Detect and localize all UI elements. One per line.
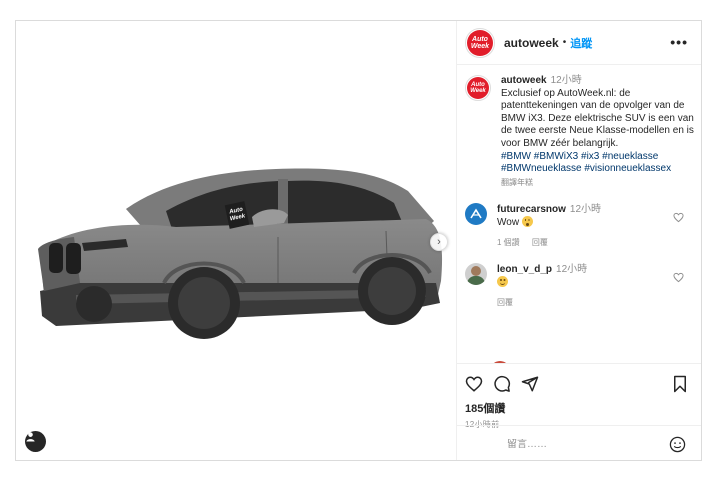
avatar-photo-body (467, 276, 485, 286)
comment-time: 12小時 (556, 264, 588, 276)
comment-username[interactable]: leon_v_d_p (497, 264, 552, 275)
autoweek-logo: Auto Week (467, 77, 489, 99)
reply-button[interactable]: 回覆 (532, 238, 548, 247)
translate-link[interactable]: 翻譯年糕 (501, 177, 694, 190)
comment-time: 12小時 (569, 204, 602, 216)
next-image-button[interactable]: › (430, 233, 448, 251)
avatar[interactable]: Auto Week (465, 27, 495, 58)
bookmark-icon (674, 375, 686, 393)
watermark-line2: Week (229, 213, 246, 223)
hashtag-link[interactable]: #neueklasse (602, 151, 658, 162)
comment-likes[interactable]: 1 個讚 (497, 238, 520, 247)
reply-button[interactable]: 回覆 (497, 298, 513, 307)
comment-icon (494, 375, 511, 392)
comment-meta: 回覆 (497, 296, 672, 309)
action-icons (465, 364, 694, 404)
follow-button[interactable]: 追蹤 (570, 35, 592, 51)
header-username[interactable]: autoweek (504, 36, 559, 50)
comment-text: Wow (497, 217, 520, 229)
wow-emoji (521, 216, 533, 228)
caption-text: Exclusief op AutoWeek.nl: de patentteken… (501, 87, 694, 149)
caption-avatar[interactable]: Auto Week (465, 75, 491, 101)
heart-icon[interactable] (673, 272, 684, 283)
comment-body: leon_v_d_p 12小時 回覆 (497, 263, 672, 309)
save-button[interactable] (672, 375, 688, 398)
comment-input[interactable] (507, 438, 647, 450)
smile-emoji (497, 276, 508, 288)
comment-username[interactable]: futurecarsnow (497, 204, 566, 215)
hashtag-link[interactable]: #ix3 (581, 151, 599, 162)
post-media[interactable]: Auto Week › (16, 21, 457, 460)
hashtag-link[interactable]: #BMWiX3 (534, 151, 578, 162)
heart-icon (465, 376, 483, 392)
caption-time: 12小時 (550, 75, 582, 86)
comment-button[interactable] (493, 375, 511, 393)
caption-username[interactable]: autoweek (501, 75, 547, 86)
autoweek-logo: Auto Week (467, 29, 493, 56)
dot-separator: • (562, 37, 567, 48)
emoji-button[interactable] (669, 436, 686, 458)
hashtag-link[interactable]: #BMW (501, 151, 531, 162)
comment-item: futurecarsnow 12小時 Wow 1 個讚 回覆 (465, 203, 694, 249)
heart-icon[interactable] (673, 212, 684, 223)
comment-item: leon_v_d_p 12小時 回覆 (465, 263, 694, 309)
more-options-icon[interactable]: ••• (670, 34, 688, 50)
caption: Auto Week autoweek 12小時 Exclusief op Auto… (465, 75, 694, 189)
car-patent-drawing (38, 168, 443, 339)
tag-user-icon (26, 432, 35, 442)
chevron-right-icon: › (437, 235, 441, 248)
post-card: Auto Week › Auto Week autoweek • 追蹤 ••• (15, 20, 702, 461)
hashtag-link[interactable]: #BMWneueklasse (501, 163, 582, 174)
avatar-photo (471, 266, 481, 277)
comments-section[interactable]: Auto Week autoweek 12小時 Exclusief op Auto… (457, 65, 701, 363)
share-button[interactable] (521, 375, 539, 393)
hashtag-list: #BMW #BMWiX3 #ix3 #neueklasse #BMWneuekl… (501, 151, 694, 176)
comment-meta: 1 個讚 回覆 (497, 236, 672, 249)
avatar[interactable] (465, 203, 487, 226)
add-comment-bar (457, 425, 701, 460)
speed-logo-icon (470, 208, 482, 219)
like-button[interactable] (465, 375, 483, 393)
share-icon (521, 376, 539, 392)
post-side-panel: Auto Week autoweek • 追蹤 ••• Auto Week au… (457, 21, 701, 460)
logo-line2: Week (470, 42, 490, 50)
caption-body: autoweek 12小時 Exclusief op AutoWeek.nl: d… (501, 75, 694, 189)
tagged-users-button[interactable] (25, 431, 46, 452)
emoji-icon (669, 436, 686, 453)
post-header: Auto Week autoweek • 追蹤 ••• (457, 21, 701, 65)
logo-line1: Auto (472, 35, 488, 43)
logo-line2: Week (470, 88, 486, 94)
avatar[interactable] (465, 263, 487, 286)
comment-body: futurecarsnow 12小時 Wow 1 個讚 回覆 (497, 203, 672, 249)
hashtag-link[interactable]: #visionneueklassex (584, 163, 671, 174)
